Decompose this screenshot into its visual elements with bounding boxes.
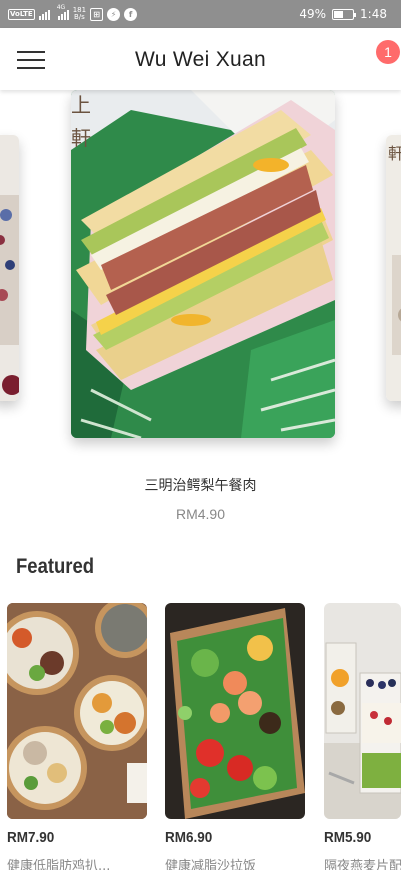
battery-percent: 49% <box>299 7 327 21</box>
battery-icon <box>332 8 357 20</box>
previous-food-image <box>0 135 19 401</box>
overnight-oats-image <box>324 603 401 819</box>
network-speed: 181 B/s <box>73 7 86 21</box>
messenger-icon: ⚡ <box>107 7 121 21</box>
sandwich-image: 上 軒 <box>71 90 335 438</box>
svg-text:軒: 軒 <box>71 126 91 150</box>
chicken-bowls-image <box>7 603 147 819</box>
signal-icon <box>38 8 50 20</box>
carousel-slide-current[interactable]: 上 軒 <box>71 90 335 438</box>
featured-item-image[interactable] <box>324 603 401 819</box>
cart-count-badge: 1 <box>376 40 400 64</box>
app-header: Wu Wei Xuan <box>0 28 401 90</box>
signal-4g-icon: 4G <box>57 4 69 20</box>
featured-item-price: RM5.90 <box>324 829 372 846</box>
clock: 1:48 <box>360 7 387 21</box>
facebook-icon: f <box>124 7 138 21</box>
carousel-slide-next[interactable]: 軒 <box>386 135 401 401</box>
featured-item-card[interactable]: RM5.90 隔夜燕麦片配... <box>324 603 401 870</box>
next-food-image: 軒 <box>386 135 401 401</box>
featured-item-card[interactable]: RM6.90 健康减脂沙拉饭 <box>165 603 305 870</box>
status-bar: VoLTE 4G 181 B/s ⊞ ⚡ f 49% 1:48 <box>0 0 401 28</box>
featured-item-card[interactable]: RM7.90 健康低脂肪鸡扒... <box>7 603 147 870</box>
page-title: Wu Wei Xuan <box>135 48 266 71</box>
salad-box-image <box>165 603 305 819</box>
featured-item-image[interactable] <box>165 603 305 819</box>
carousel-slide-previous[interactable] <box>0 135 19 401</box>
featured-item-price: RM6.90 <box>165 829 213 846</box>
featured-item-name: 健康低脂肪鸡扒... <box>7 859 111 870</box>
featured-item-name: 健康减脂沙拉饭 <box>165 859 257 870</box>
featured-section-title: Featured <box>16 555 95 578</box>
featured-item-image[interactable] <box>7 603 147 819</box>
speed-unit: B/s <box>73 13 85 21</box>
featured-item-name: 隔夜燕麦片配... <box>324 859 401 870</box>
volte-icon: VoLTE <box>8 8 35 20</box>
carousel-product-name[interactable]: 三明治鳄梨午餐肉 <box>0 475 401 495</box>
logo-watermark: 上 <box>71 93 91 117</box>
svg-text:軒: 軒 <box>388 144 401 163</box>
featured-item-price: RM7.90 <box>7 829 55 846</box>
product-carousel[interactable]: 上 軒 軒 <box>0 90 401 460</box>
carousel-product-price: RM4.90 <box>175 506 226 522</box>
notification-app-icon: ⊞ <box>90 7 104 21</box>
